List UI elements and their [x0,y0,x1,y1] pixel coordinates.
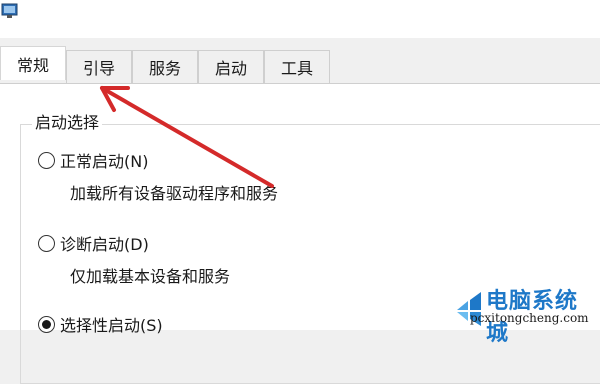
option-label: 正常启动(N) [60,152,149,171]
tab-general[interactable]: 常规 [0,46,66,80]
option-description: 加载所有设备驱动程序和服务 [70,184,279,203]
tab-boot[interactable]: 引导 [66,50,132,83]
option-label: 选择性启动(S) [60,316,163,335]
option-label: 诊断启动(D) [60,235,149,254]
radio-button[interactable] [38,234,55,252]
radio-button[interactable] [38,151,55,169]
tab-label: 工具 [280,59,313,78]
diagnostic-startup-option[interactable]: 诊断启动(D) [38,231,149,255]
tab-label: 常规 [16,55,49,75]
normal-startup-option[interactable]: 正常启动(N) [38,148,148,172]
title-bar [0,0,600,38]
selective-startup-option[interactable]: 选择性启动(S) [38,312,163,336]
tab-strip: 常规 引导 服务 启动 工具 [0,46,600,84]
tab-label: 引导 [82,59,115,78]
tab-tools[interactable]: 工具 [264,50,330,83]
system-configuration-icon [1,3,18,18]
tab-services[interactable]: 服务 [132,50,198,83]
tab-label: 启动 [214,59,247,78]
tab-startup[interactable]: 启动 [198,50,264,83]
watermark-url: pcxitongcheng.com [470,311,589,325]
option-description: 仅加载基本设备和服务 [70,267,231,286]
tab-label: 服务 [148,59,181,78]
group-title: 启动选择 [32,112,103,134]
